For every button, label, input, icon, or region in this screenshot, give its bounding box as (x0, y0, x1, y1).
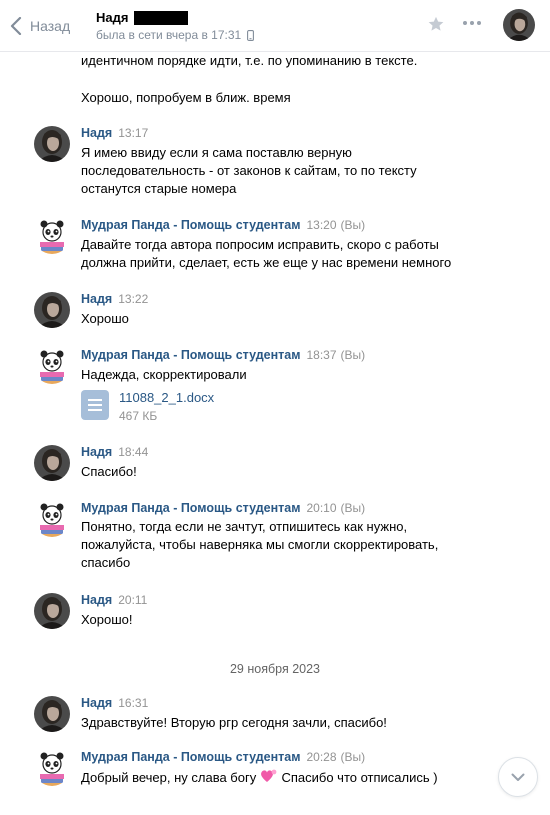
message-text-line: Добрый вечер, ну слава богу (81, 770, 257, 785)
message-time[interactable]: 18:44 (118, 445, 148, 459)
chevron-left-icon (10, 17, 22, 35)
message-time[interactable]: 13:17 (118, 126, 148, 140)
message-text-line: Спасибо! (81, 464, 137, 479)
contact-status: была в сети вчера в 17:31 (96, 28, 255, 42)
message-text: Хорошо (81, 310, 481, 328)
message-text-line: должна прийти, сделает, есть же еще у на… (81, 255, 452, 270)
file-attachment[interactable]: 11088_2_1.docx 467 КБ (81, 390, 214, 424)
heart-emoji (260, 769, 277, 782)
chevron-down-icon (511, 773, 525, 781)
message-text-line: Давайте тогда автора попросим исправить,… (81, 237, 439, 252)
message-text-line: пожалуйста, чтобы наверняка мы смогли ск… (81, 537, 439, 552)
message-time[interactable]: 20:28 (306, 750, 336, 764)
you-marker: (Вы) (340, 348, 366, 362)
message-text-line: Спасибо что отписались ) (281, 770, 438, 785)
you-marker: (Вы) (340, 501, 366, 515)
message-time[interactable]: 13:20 (306, 218, 336, 232)
author-name[interactable]: Надя (81, 593, 112, 607)
avatar[interactable] (34, 696, 70, 732)
phone-icon (247, 29, 255, 41)
avatar[interactable] (34, 501, 70, 537)
message-text-line: Хорошо! (81, 612, 133, 627)
file-name[interactable]: 11088_2_1.docx (119, 390, 214, 406)
header-avatar[interactable] (503, 9, 535, 41)
you-marker: (Вы) (340, 750, 366, 764)
message-text-line: идентичном порядке идти, т.е. по упомина… (81, 53, 418, 68)
avatar[interactable] (34, 348, 70, 384)
message-text-line: последовательность - от законов к сайтам… (81, 163, 417, 178)
message-time[interactable]: 20:10 (306, 501, 336, 515)
document-icon (81, 390, 109, 420)
author-name[interactable]: Мудрая Панда - Помощь студентам (81, 501, 300, 515)
message-time[interactable]: 20:11 (118, 593, 147, 607)
message-text: Я имею ввиду если я сама поставлю верную… (81, 144, 481, 198)
author-name[interactable]: Мудрая Панда - Помощь студентам (81, 348, 300, 362)
message-time[interactable]: 13:22 (118, 292, 148, 306)
avatar[interactable] (34, 218, 70, 254)
contact-name-text: Надя (96, 10, 129, 25)
file-size: 467 КБ (119, 409, 158, 423)
message-text: Хорошо! (81, 611, 481, 629)
author-name[interactable]: Надя (81, 696, 112, 710)
scroll-down-button[interactable] (498, 757, 538, 797)
message-text: Здравствуйте! Вторую ргр сегодня зачли, … (81, 714, 481, 732)
message-text-line: Хорошо (81, 311, 129, 326)
message-time[interactable]: 16:31 (118, 696, 148, 710)
message-text-line: Здравствуйте! Вторую ргр сегодня зачли, … (81, 715, 387, 730)
you-marker: (Вы) (340, 218, 366, 232)
avatar[interactable] (34, 126, 70, 162)
author-name[interactable]: Надя (81, 445, 112, 459)
message-text: Надежда, скорректировали (81, 366, 481, 384)
avatar[interactable] (34, 750, 70, 786)
message-text: Спасибо! (81, 463, 481, 481)
message-text: Добрый вечер, ну слава богу Спасибо что … (81, 768, 481, 787)
redacted-surname (134, 10, 189, 25)
author-name[interactable]: Надя (81, 126, 112, 140)
back-label: Назад (30, 18, 71, 34)
message-text-line: Хорошо, попробуем в ближ. время (81, 90, 291, 105)
message-text: Давайте тогда автора попросим исправить,… (81, 236, 481, 272)
date-separator: 29 ноября 2023 (229, 662, 321, 676)
avatar[interactable] (34, 445, 70, 481)
message-text-line: Я имею ввиду если я сама поставлю верную (81, 145, 352, 160)
message-text-line: Надежда, скорректировали (81, 367, 247, 382)
contact-name[interactable]: Надя (96, 10, 189, 25)
author-name[interactable]: Мудрая Панда - Помощь студентам (81, 218, 300, 232)
message-text-line: останутся старые номера (81, 181, 237, 196)
avatar[interactable] (34, 292, 70, 328)
back-button[interactable]: Назад (10, 14, 70, 38)
message-time[interactable]: 18:37 (306, 348, 336, 362)
message-text: Понятно, тогда если не зачтут, отпишитес… (81, 518, 481, 572)
author-name[interactable]: Надя (81, 292, 112, 306)
author-name[interactable]: Мудрая Панда - Помощь студентам (81, 750, 300, 764)
status-text: была в сети вчера в 17:31 (96, 28, 242, 42)
chat-header: Назад Надя была в сети вчера в 17:31 (0, 0, 550, 52)
more-dots-icon[interactable] (462, 20, 482, 26)
avatar[interactable] (34, 593, 70, 629)
message-text-line: спасибо (81, 555, 131, 570)
message-text-line: Понятно, тогда если не зачтут, отпишитес… (81, 519, 408, 534)
star-icon[interactable] (427, 15, 445, 33)
